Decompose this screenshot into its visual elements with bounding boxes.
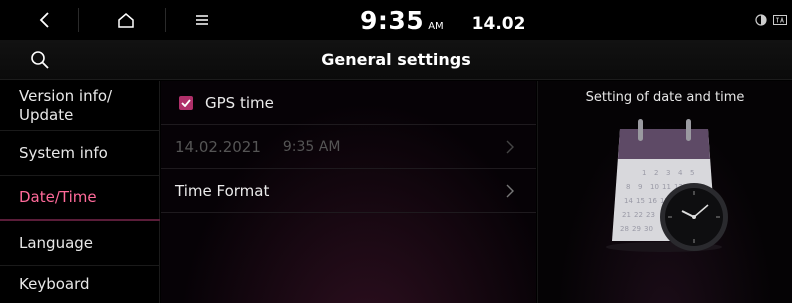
ta-status bbox=[772, 0, 788, 40]
svg-text:30: 30 bbox=[644, 225, 653, 233]
sidebar-item-version-info[interactable]: Version info/ Update bbox=[0, 81, 160, 131]
ta-icon bbox=[773, 15, 787, 25]
half-moon-icon bbox=[755, 14, 767, 26]
sidebar-item-language[interactable]: Language bbox=[0, 221, 160, 266]
menu-button[interactable] bbox=[180, 0, 224, 40]
svg-text:28: 28 bbox=[620, 225, 629, 233]
svg-text:9: 9 bbox=[638, 183, 642, 191]
svg-text:1: 1 bbox=[642, 169, 646, 177]
checkmark-icon bbox=[181, 98, 191, 107]
svg-text:4: 4 bbox=[678, 169, 683, 177]
gps-time-row[interactable]: GPS time bbox=[161, 81, 536, 125]
divider bbox=[165, 8, 166, 32]
svg-text:11: 11 bbox=[662, 183, 671, 191]
date-value: 14.02.2021 bbox=[175, 137, 261, 156]
svg-text:29: 29 bbox=[632, 225, 641, 233]
chevron-right-icon bbox=[506, 184, 514, 198]
back-button[interactable] bbox=[20, 0, 70, 40]
info-panel-title: Setting of date and time bbox=[585, 90, 745, 105]
svg-text:14: 14 bbox=[624, 197, 633, 205]
time-value: 9:35 AM bbox=[282, 138, 341, 155]
svg-text:5: 5 bbox=[690, 169, 694, 177]
gps-time-checkbox[interactable] bbox=[179, 95, 193, 110]
sidebar: Version info/ Update System info Date/Ti… bbox=[0, 81, 160, 303]
title-bar: General settings bbox=[0, 40, 792, 80]
home-icon bbox=[118, 13, 134, 28]
sidebar-item-keyboard[interactable]: Keyboard bbox=[0, 266, 160, 303]
menu-icon bbox=[196, 15, 208, 25]
info-panel: Setting of date and time 12345 891011121… bbox=[537, 81, 792, 303]
date-time-row: 14.02.2021 9:35 AM bbox=[161, 125, 536, 169]
svg-text:23: 23 bbox=[646, 211, 655, 219]
gps-time-label: GPS time bbox=[205, 93, 274, 112]
clock-date: 14.02 bbox=[471, 14, 526, 34]
settings-list: GPS time 14.02.2021 9:35 AM Time Format bbox=[161, 81, 536, 303]
page-title: General settings bbox=[321, 50, 471, 69]
time-format-label: Time Format bbox=[175, 181, 270, 200]
svg-text:16: 16 bbox=[648, 197, 657, 205]
chevron-right-icon bbox=[506, 140, 514, 154]
svg-text:22: 22 bbox=[634, 211, 643, 219]
clock-time: 9:35 bbox=[360, 6, 425, 35]
theme-indicator bbox=[753, 0, 769, 40]
svg-text:2: 2 bbox=[654, 169, 658, 177]
calendar-clock-illustration: 12345 8910111213 14151617 212223 282930 bbox=[606, 119, 728, 252]
svg-text:21: 21 bbox=[622, 211, 631, 219]
svg-text:10: 10 bbox=[650, 183, 659, 191]
clock: 9:35 AM 14.02 bbox=[360, 6, 525, 35]
status-bar: 9:35 AM 14.02 bbox=[0, 0, 792, 40]
sidebar-item-date-time[interactable]: Date/Time bbox=[0, 176, 160, 221]
home-button[interactable] bbox=[98, 0, 154, 40]
time-format-row[interactable]: Time Format bbox=[161, 169, 536, 213]
divider bbox=[78, 8, 79, 32]
clock-ampm: AM bbox=[428, 21, 444, 32]
sidebar-item-system-info[interactable]: System info bbox=[0, 131, 160, 176]
svg-text:15: 15 bbox=[636, 197, 645, 205]
back-arrow-icon bbox=[39, 12, 49, 28]
svg-text:8: 8 bbox=[626, 183, 630, 191]
svg-text:3: 3 bbox=[666, 169, 670, 177]
